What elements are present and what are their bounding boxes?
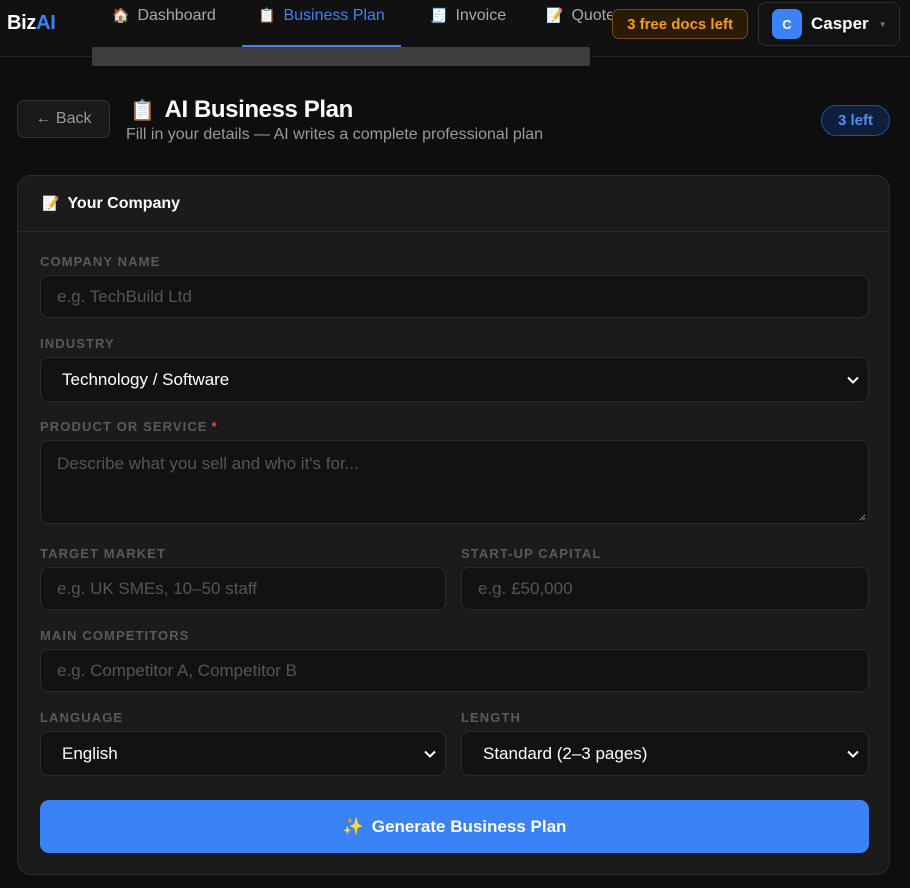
- company-name-input[interactable]: e.g. TechBuild Ltd: [40, 275, 869, 318]
- industry-select[interactable]: Technology / Software: [40, 357, 869, 402]
- chevron-down-icon: [421, 745, 439, 763]
- scrollbar-thumb[interactable]: [92, 47, 590, 66]
- brand-name-part2: AI: [36, 12, 56, 34]
- resize-handle-icon[interactable]: [858, 513, 866, 521]
- competitors-input[interactable]: e.g. Competitor A, Competitor B: [40, 649, 869, 692]
- startup-capital-input[interactable]: e.g. £50,000: [461, 567, 869, 610]
- company-name-label: COMPANY NAME: [40, 254, 161, 269]
- back-button[interactable]: ← Back: [17, 100, 110, 138]
- product-label-text: PRODUCT OR SERVICE: [40, 419, 208, 434]
- page-title: 📋 AI Business Plan: [130, 96, 353, 124]
- product-label: PRODUCT OR SERVICE *: [40, 419, 218, 434]
- product-placeholder: Describe what you sell and who it's for.…: [57, 454, 359, 473]
- clipboard-icon: 📋: [258, 7, 276, 23]
- company-name-placeholder: e.g. TechBuild Ltd: [57, 286, 192, 306]
- tab-label: Dashboard: [137, 6, 216, 24]
- company-form-card: 📝 Your Company COMPANY NAME e.g. TechBui…: [17, 175, 890, 875]
- chevron-down-icon: [844, 371, 862, 389]
- avatar: C: [772, 9, 802, 39]
- receipt-icon: 🧾: [430, 7, 448, 23]
- language-label: LANGUAGE: [40, 710, 124, 725]
- section-title: Your Company: [67, 194, 181, 212]
- length-select[interactable]: Standard (2–3 pages): [461, 731, 869, 776]
- language-select[interactable]: English: [40, 731, 446, 776]
- startup-capital-placeholder: e.g. £50,000: [478, 578, 573, 598]
- sparkles-icon: ✨: [342, 816, 364, 836]
- generate-plan-button[interactable]: ✨ Generate Business Plan: [40, 800, 869, 853]
- main-nav: 🏠 Dashboard 📋 Business Plan 🧾 Invoice 📝 …: [96, 0, 612, 47]
- target-market-label: TARGET MARKET: [40, 546, 166, 561]
- required-asterisk: *: [211, 419, 218, 434]
- free-docs-badge: 3 free docs left: [612, 9, 748, 39]
- tab-label: Business Plan: [283, 6, 385, 24]
- nav-scrollbar[interactable]: [92, 47, 592, 66]
- product-textarea[interactable]: Describe what you sell and who it's for.…: [40, 440, 869, 524]
- house-icon: 🏠: [112, 7, 130, 23]
- target-market-input[interactable]: e.g. UK SMEs, 10–50 staff: [40, 567, 446, 610]
- top-navbar: BizAI 🏠 Dashboard 📋 Business Plan 🧾 Invo…: [0, 0, 910, 66]
- tab-label: Quote: [571, 6, 612, 24]
- chevron-down-icon: [844, 745, 862, 763]
- industry-label: INDUSTRY: [40, 336, 115, 351]
- tab-invoice[interactable]: 🧾 Invoice: [430, 0, 506, 47]
- tab-label: Invoice: [455, 6, 507, 24]
- target-market-placeholder: e.g. UK SMEs, 10–50 staff: [57, 578, 258, 598]
- startup-capital-label: START-UP CAPITAL: [461, 546, 602, 561]
- user-menu-button[interactable]: C Casper ▼: [758, 2, 900, 46]
- length-selected-value: Standard (2–3 pages): [483, 743, 648, 763]
- generate-button-label: Generate Business Plan: [371, 816, 567, 836]
- page-subtitle: Fill in your details — AI writes a compl…: [126, 126, 544, 143]
- brand-name-part1: Biz: [7, 12, 37, 34]
- tab-dashboard[interactable]: 🏠 Dashboard: [112, 0, 216, 47]
- language-selected-value: English: [62, 743, 118, 763]
- competitors-placeholder: e.g. Competitor A, Competitor B: [57, 660, 297, 680]
- clipboard-icon: 📋: [130, 99, 155, 122]
- tab-business-plan[interactable]: 📋 Business Plan: [242, 0, 401, 47]
- memo-icon: 📝: [546, 7, 564, 23]
- card-header: 📝 Your Company: [18, 176, 889, 232]
- page-title-text: AI Business Plan: [164, 96, 354, 123]
- chevron-down-icon: ▼: [878, 19, 887, 29]
- memo-icon: 📝: [42, 195, 60, 211]
- industry-selected-value: Technology / Software: [62, 369, 230, 389]
- tab-quote[interactable]: 📝 Quote: [546, 0, 612, 47]
- remaining-badge: 3 left: [821, 105, 890, 136]
- brand-logo[interactable]: BizAI: [7, 12, 56, 35]
- competitors-label: MAIN COMPETITORS: [40, 628, 190, 643]
- length-label: LENGTH: [461, 710, 522, 725]
- user-name: Casper: [811, 14, 869, 33]
